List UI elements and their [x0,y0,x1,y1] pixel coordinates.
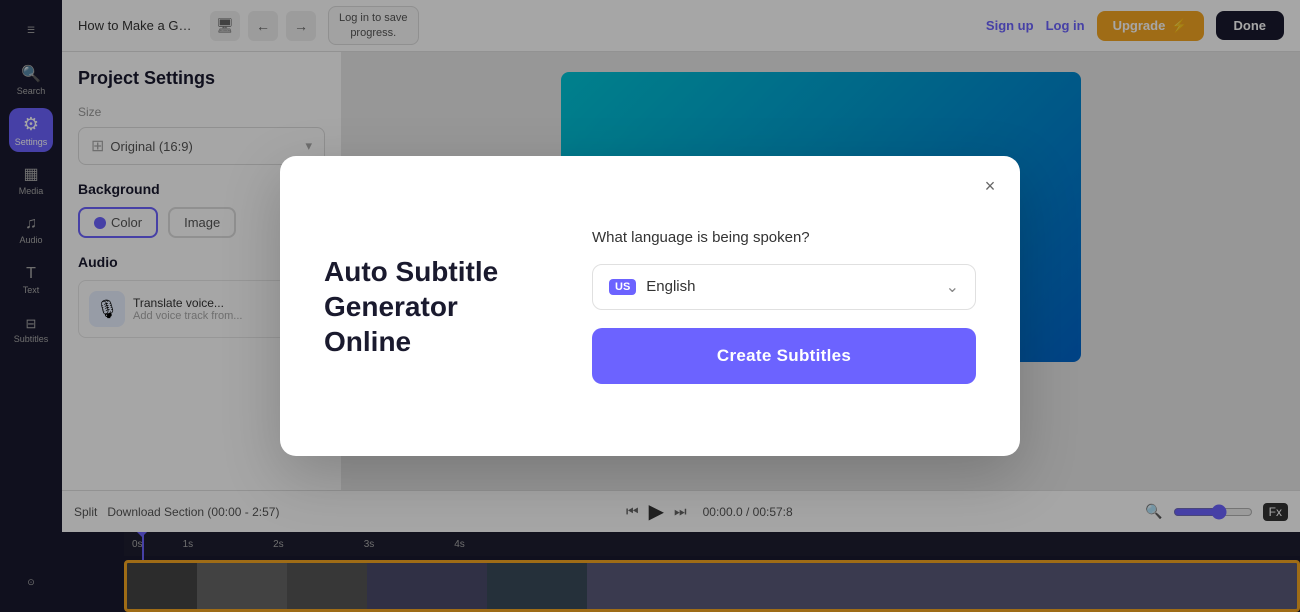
language-chevron-icon: ⌄ [946,277,959,297]
create-subtitles-button[interactable]: Create Subtitles [592,328,976,384]
language-badge: US [609,279,636,295]
language-select[interactable]: US English ⌄ [592,264,976,310]
modal-close-button[interactable]: × [976,172,1004,200]
auto-subtitle-modal: × Auto Subtitle Generator Online What la… [280,156,1020,456]
modal-right-section: What language is being spoken? US Englis… [592,229,976,384]
modal-heading: Auto Subtitle Generator Online [324,254,544,359]
modal-left-section: Auto Subtitle Generator Online [324,254,544,359]
language-name: English [646,278,695,295]
modal-question: What language is being spoken? [592,229,976,246]
language-select-wrapper: US English ⌄ [592,264,976,310]
modal-overlay[interactable]: × Auto Subtitle Generator Online What la… [0,0,1300,612]
